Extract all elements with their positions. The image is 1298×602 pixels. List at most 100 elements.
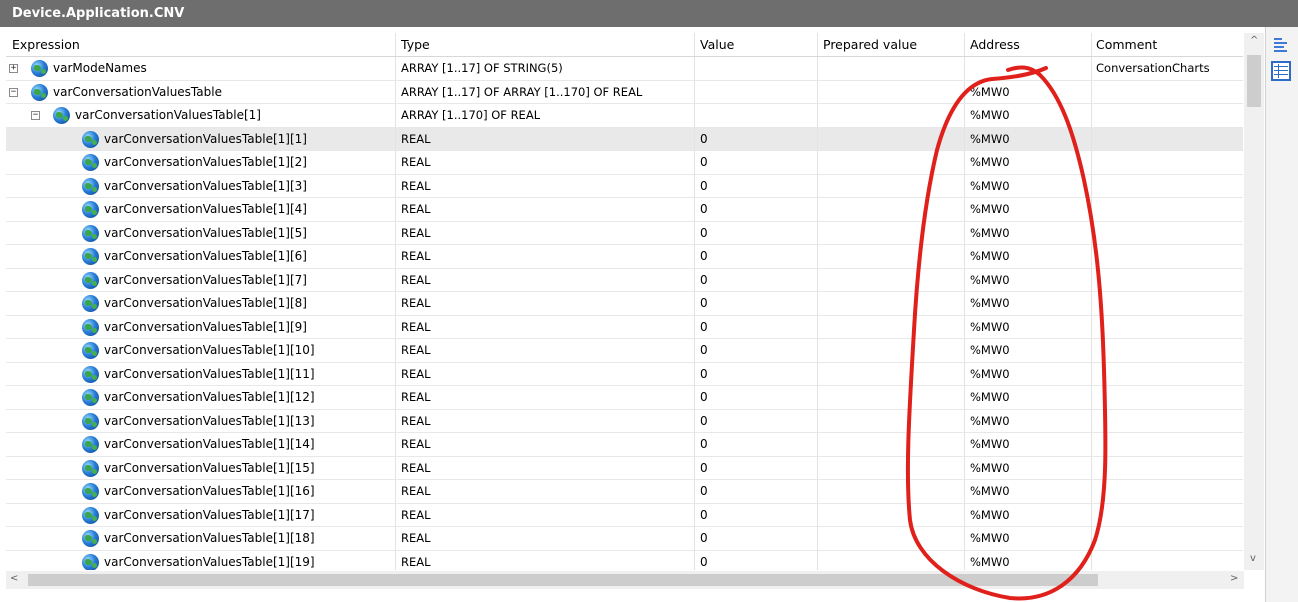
expression-cell[interactable]: varConversationValuesTable[1][10] — [6, 339, 396, 362]
expression-cell[interactable]: + varModeNames — [6, 57, 396, 80]
prepared-value-cell[interactable] — [818, 503, 965, 526]
prepared-value-cell[interactable] — [818, 433, 965, 456]
table-row[interactable]: varConversationValuesTable[1][13] REAL 0 %M… — [6, 409, 1243, 433]
value-cell[interactable]: 0 — [695, 151, 818, 174]
collapse-icon[interactable]: − — [9, 87, 18, 97]
prepared-value-cell[interactable] — [818, 57, 965, 80]
value-cell[interactable]: 0 — [695, 174, 818, 197]
expression-cell[interactable]: varConversationValuesTable[1][17] — [6, 503, 396, 526]
scroll-right-icon[interactable]: > — [1230, 573, 1238, 584]
value-cell[interactable]: 0 — [695, 480, 818, 503]
table-row[interactable]: varConversationValuesTable[1][19] REAL 0 %M… — [6, 550, 1243, 570]
value-cell[interactable] — [695, 57, 818, 80]
expression-cell[interactable]: varConversationValuesTable[1][6] — [6, 245, 396, 268]
column-header-expression[interactable]: Expression — [6, 33, 396, 56]
column-header-prepared-value[interactable]: Prepared value — [818, 33, 965, 56]
prepared-value-cell[interactable] — [818, 104, 965, 127]
value-cell[interactable]: 0 — [695, 315, 818, 338]
value-cell[interactable]: 0 — [695, 503, 818, 526]
prepared-value-cell[interactable] — [818, 480, 965, 503]
prepared-value-cell[interactable] — [818, 315, 965, 338]
table-row[interactable]: varConversationValuesTable[1][18] REAL 0 %M… — [6, 527, 1243, 551]
prepared-value-cell[interactable] — [818, 409, 965, 432]
table-view-icon[interactable] — [1271, 61, 1291, 81]
expression-cell[interactable]: varConversationValuesTable[1][1] — [6, 127, 396, 150]
expression-cell[interactable]: varConversationValuesTable[1][12] — [6, 386, 396, 409]
value-cell[interactable]: 0 — [695, 433, 818, 456]
table-row[interactable]: − varConversationValuesTable ARRAY [1..17]… — [6, 80, 1243, 104]
prepared-value-cell[interactable] — [818, 151, 965, 174]
prepared-value-cell[interactable] — [818, 127, 965, 150]
expression-cell[interactable]: varConversationValuesTable[1][15] — [6, 456, 396, 479]
value-cell[interactable]: 0 — [695, 339, 818, 362]
prepared-value-cell[interactable] — [818, 527, 965, 550]
value-cell[interactable] — [695, 104, 818, 127]
expression-cell[interactable]: varConversationValuesTable[1][8] — [6, 292, 396, 315]
value-cell[interactable]: 0 — [695, 198, 818, 221]
properties-list-icon[interactable] — [1271, 35, 1291, 55]
value-cell[interactable]: 0 — [695, 245, 818, 268]
table-row[interactable]: varConversationValuesTable[1][9] REAL 0 %MW… — [6, 315, 1243, 339]
value-cell[interactable]: 0 — [695, 456, 818, 479]
value-cell[interactable]: 0 — [695, 127, 818, 150]
value-cell[interactable] — [695, 80, 818, 103]
scroll-up-icon[interactable]: ^ — [1250, 35, 1258, 46]
table-row[interactable]: varConversationValuesTable[1][17] REAL 0 %M… — [6, 503, 1243, 527]
value-cell[interactable]: 0 — [695, 268, 818, 291]
expression-cell[interactable]: varConversationValuesTable[1][4] — [6, 198, 396, 221]
expression-cell[interactable]: varConversationValuesTable[1][3] — [6, 174, 396, 197]
scroll-down-icon[interactable]: v — [1250, 553, 1256, 564]
table-row[interactable]: varConversationValuesTable[1][11] REAL 0 %M… — [6, 362, 1243, 386]
value-cell[interactable]: 0 — [695, 386, 818, 409]
expression-cell[interactable]: varConversationValuesTable[1][16] — [6, 480, 396, 503]
prepared-value-cell[interactable] — [818, 339, 965, 362]
prepared-value-cell[interactable] — [818, 198, 965, 221]
table-row[interactable]: varConversationValuesTable[1][12] REAL 0 %M… — [6, 386, 1243, 410]
value-cell[interactable]: 0 — [695, 527, 818, 550]
table-row[interactable]: + varModeNames ARRAY [1..17] OF STRING(5) C… — [6, 57, 1243, 81]
prepared-value-cell[interactable] — [818, 221, 965, 244]
prepared-value-cell[interactable] — [818, 174, 965, 197]
expand-icon[interactable]: + — [9, 64, 18, 73]
expression-cell[interactable]: varConversationValuesTable[1][9] — [6, 315, 396, 338]
vertical-scrollbar[interactable]: ^ v — [1244, 33, 1264, 570]
table-row[interactable]: varConversationValuesTable[1][7] REAL 0 %MW… — [6, 268, 1243, 292]
table-row[interactable]: varConversationValuesTable[1][1] REAL 0 %MW… — [6, 127, 1243, 151]
table-row[interactable]: varConversationValuesTable[1][3] REAL 0 %MW… — [6, 174, 1243, 198]
prepared-value-cell[interactable] — [818, 386, 965, 409]
table-row[interactable]: varConversationValuesTable[1][16] REAL 0 %M… — [6, 480, 1243, 504]
table-row[interactable]: varConversationValuesTable[1][4] REAL 0 %MW… — [6, 198, 1243, 222]
expression-cell[interactable]: varConversationValuesTable[1][13] — [6, 409, 396, 432]
expression-cell[interactable]: varConversationValuesTable[1][11] — [6, 362, 396, 385]
expression-cell[interactable]: varConversationValuesTable[1][2] — [6, 151, 396, 174]
value-cell[interactable]: 0 — [695, 409, 818, 432]
prepared-value-cell[interactable] — [818, 362, 965, 385]
collapse-icon[interactable]: − — [31, 111, 40, 120]
horizontal-scrollbar[interactable]: < > — [6, 571, 1244, 589]
prepared-value-cell[interactable] — [818, 268, 965, 291]
value-cell[interactable]: 0 — [695, 550, 818, 570]
table-row[interactable]: varConversationValuesTable[1][6] REAL 0 %MW… — [6, 245, 1243, 269]
table-row[interactable]: varConversationValuesTable[1][2] REAL 0 %MW… — [6, 151, 1243, 175]
table-row[interactable]: varConversationValuesTable[1][10] REAL 0 %M… — [6, 339, 1243, 363]
expression-cell[interactable]: varConversationValuesTable[1][19] — [6, 550, 396, 570]
column-header-address[interactable]: Address — [965, 33, 1092, 56]
prepared-value-cell[interactable] — [818, 550, 965, 570]
value-cell[interactable]: 0 — [695, 362, 818, 385]
expression-cell[interactable]: − varConversationValuesTable[1] — [6, 104, 396, 127]
column-header-comment[interactable]: Comment — [1092, 33, 1243, 56]
value-cell[interactable]: 0 — [695, 292, 818, 315]
value-cell[interactable]: 0 — [695, 221, 818, 244]
column-header-value[interactable]: Value — [695, 33, 818, 56]
vertical-scroll-thumb[interactable] — [1247, 55, 1261, 107]
scroll-left-icon[interactable]: < — [10, 573, 18, 584]
table-row[interactable]: − varConversationValuesTable[1] ARRAY [1..… — [6, 104, 1243, 128]
prepared-value-cell[interactable] — [818, 292, 965, 315]
table-row[interactable]: varConversationValuesTable[1][14] REAL 0 %M… — [6, 433, 1243, 457]
table-row[interactable]: varConversationValuesTable[1][15] REAL 0 %M… — [6, 456, 1243, 480]
expression-cell[interactable]: varConversationValuesTable[1][18] — [6, 527, 396, 550]
expression-cell[interactable]: varConversationValuesTable[1][5] — [6, 221, 396, 244]
expression-cell[interactable]: varConversationValuesTable[1][14] — [6, 433, 396, 456]
column-header-type[interactable]: Type — [396, 33, 695, 56]
table-row[interactable]: varConversationValuesTable[1][8] REAL 0 %MW… — [6, 292, 1243, 316]
